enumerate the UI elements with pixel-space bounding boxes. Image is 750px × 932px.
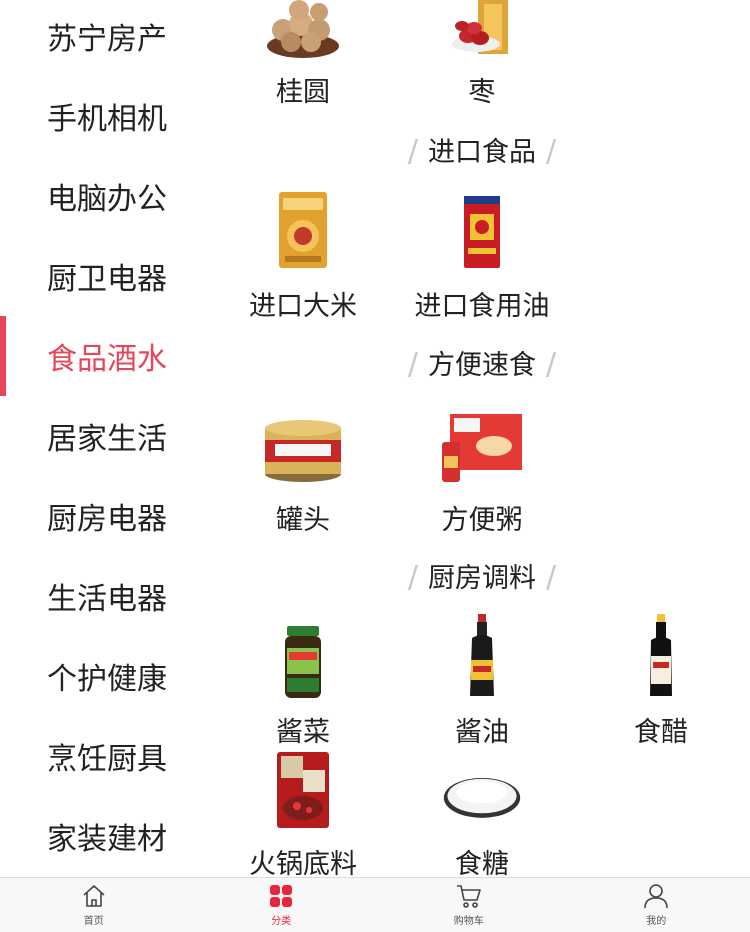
sidebar-item-label: 苏宁房产 — [47, 14, 167, 58]
product-hotpot-base[interactable]: 火锅底料 — [214, 750, 392, 878]
tab-mine[interactable]: 我的 — [563, 878, 750, 932]
sidebar-item-computers-office[interactable]: 电脑办公 — [0, 156, 214, 236]
title-slash-decoration: / — [546, 560, 556, 595]
sidebar-item-label: 电脑办公 — [47, 174, 167, 218]
product-pickles[interactable]: 酱菜 — [214, 614, 392, 744]
sidebar-item-label: 手机相机 — [47, 94, 167, 138]
product-longan[interactable]: 桂圆 — [214, 0, 392, 110]
product-canned-food[interactable]: 罐头 — [214, 404, 392, 534]
title-slash-decoration: / — [408, 134, 418, 169]
sidebar-item-personal-health[interactable]: 个护健康 — [0, 636, 214, 716]
section-title-text: 方便速食 — [428, 350, 536, 381]
product-instant-porridge[interactable]: 方便粥 — [393, 404, 571, 534]
product-vinegar[interactable]: 食醋 — [572, 614, 750, 744]
sidebar-item-label: 烹饪厨具 — [47, 734, 167, 778]
title-slash-decoration: / — [408, 347, 418, 382]
product-soy-sauce[interactable]: 酱油 — [393, 614, 571, 744]
sidebar-item-label: 食品酒水 — [47, 334, 167, 378]
sidebar-item-kitchen-appliances[interactable]: 厨房电器 — [0, 476, 214, 556]
product-name: 火锅底料 — [214, 842, 392, 878]
tab-label: 分类 — [271, 912, 291, 927]
product-imported-rice[interactable]: 进口大米 — [214, 190, 392, 320]
canned-food-image — [263, 414, 343, 484]
title-slash-decoration: / — [546, 347, 556, 382]
shopping-cart-icon — [455, 882, 483, 910]
sidebar-item-label: 居家生活 — [47, 414, 167, 458]
tab-category[interactable]: 分类 — [188, 878, 376, 932]
sidebar-item-label: 生活电器 — [47, 574, 167, 618]
pickles-jar-image — [263, 622, 343, 702]
sidebar-item-cookware[interactable]: 烹饪厨具 — [0, 716, 214, 796]
product-name: 酱油 — [393, 710, 571, 749]
tab-cart[interactable]: 购物车 — [375, 878, 563, 932]
jujube-image — [442, 0, 522, 58]
soy-sauce-bottle-image — [442, 614, 522, 698]
sidebar-item-food-drinks[interactable]: 食品酒水 — [0, 316, 214, 396]
sidebar-item-living-appliances[interactable]: 生活电器 — [0, 556, 214, 636]
product-name: 酱菜 — [214, 710, 392, 749]
porridge-box-image — [442, 412, 522, 484]
sidebar-item-kitchen-bath-appliances[interactable]: 厨卫电器 — [0, 236, 214, 316]
section-title-kitchen-seasoning: / 厨房调料 / — [214, 556, 750, 595]
tab-label: 我的 — [646, 912, 666, 927]
category-sidebar: 苏宁房产 手机相机 电脑办公 厨卫电器 食品酒水 居家生活 厨房电器 生活电器 … — [0, 0, 214, 878]
tab-label: 购物车 — [454, 912, 484, 927]
tab-label: 首页 — [84, 912, 104, 927]
section-title-text: 进口食品 — [428, 137, 536, 168]
product-sugar[interactable]: 食糖 — [393, 750, 571, 878]
product-content: 桂圆 枣 / 进口食品 / 进口大米 — [214, 0, 750, 878]
sidebar-item-label: 厨卫电器 — [47, 254, 167, 298]
oil-can-image — [442, 190, 522, 270]
sidebar-item-phones-cameras[interactable]: 手机相机 — [0, 76, 214, 156]
product-name: 进口食用油 — [393, 284, 571, 323]
sidebar-item-real-estate[interactable]: 苏宁房产 — [0, 0, 214, 76]
section-title-text: 厨房调料 — [428, 563, 536, 594]
product-name: 桂圆 — [214, 70, 392, 109]
vinegar-bottle-image — [621, 614, 701, 698]
title-slash-decoration: / — [408, 560, 418, 595]
title-slash-decoration: / — [546, 134, 556, 169]
product-name: 方便粥 — [393, 498, 571, 537]
sidebar-item-label: 厨房电器 — [47, 494, 167, 538]
product-name: 食糖 — [393, 842, 571, 878]
user-icon — [642, 882, 670, 910]
sidebar-item-label: 家装建材 — [47, 814, 167, 858]
bottom-tab-bar: 首页 分类 购物车 我的 — [0, 877, 750, 932]
category-grid-icon — [267, 882, 295, 910]
tab-home[interactable]: 首页 — [0, 878, 188, 932]
longan-image — [263, 0, 343, 58]
home-icon — [80, 882, 108, 910]
section-title-instant-food: / 方便速食 / — [214, 343, 750, 382]
product-name: 枣 — [393, 70, 571, 109]
product-name: 罐头 — [214, 498, 392, 537]
section-title-imported-food: / 进口食品 / — [214, 130, 750, 169]
sidebar-item-home-living[interactable]: 居家生活 — [0, 396, 214, 476]
sidebar-item-label: 个护健康 — [47, 654, 167, 698]
sidebar-item-home-building[interactable]: 家装建材 — [0, 796, 214, 876]
product-name: 进口大米 — [214, 284, 392, 323]
hotpot-base-pack-image — [263, 750, 343, 830]
sugar-bowl-image — [442, 766, 522, 826]
product-imported-cooking-oil[interactable]: 进口食用油 — [393, 190, 571, 320]
product-jujube[interactable]: 枣 — [393, 0, 571, 110]
product-name: 食醋 — [572, 710, 750, 749]
rice-bag-image — [263, 190, 343, 270]
